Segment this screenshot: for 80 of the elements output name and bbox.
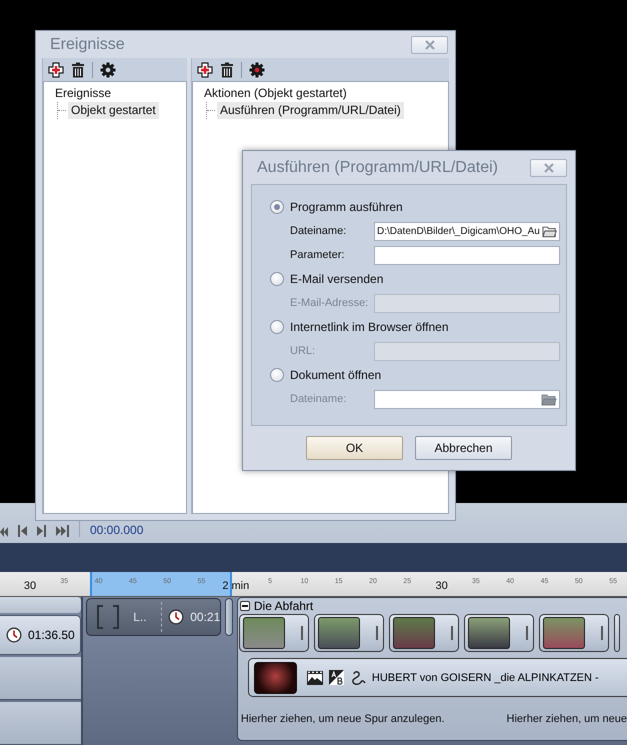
input-field[interactable] [374,342,560,360]
track-row[interactable] [0,702,82,745]
clip-handle[interactable] [300,626,303,640]
photo-placeholder [392,617,435,649]
field-label: Dateiname: [290,225,348,237]
radio-button[interactable] [270,200,284,214]
field-label: Dateiname: [290,393,348,405]
cancel-button[interactable]: Abbrechen [415,436,512,460]
ruler-label: 30 [24,580,36,592]
film-icon [306,670,323,684]
squiggle-icon [350,670,366,686]
clip-duration: 01:36.50 [28,628,75,642]
skip-to-end-icon[interactable] [56,525,69,537]
photo-placeholder [242,617,285,649]
time-display: 00:00.000 [90,523,144,537]
field-label: Parameter: [290,249,346,261]
clip-handle[interactable] [450,626,453,640]
radio-button[interactable] [270,368,284,382]
previous-frame-icon[interactable] [18,525,27,537]
gear-icon[interactable] [249,62,265,78]
ok-button[interactable]: OK [306,436,403,460]
photo-clip[interactable] [238,614,309,652]
track-row[interactable] [0,657,82,700]
photo-placeholder [468,617,510,649]
close-icon [542,162,554,172]
option-label[interactable]: Internetlink im Browser öffnen [290,320,449,334]
tree-item[interactable]: Ereignisse [52,85,114,102]
clip-handle[interactable] [526,626,528,640]
radio-button[interactable] [270,320,284,334]
input-field[interactable] [374,246,560,264]
tree-item[interactable]: Objekt gestartet [68,102,159,119]
folder-icon[interactable] [542,224,557,238]
ruler-label: 30 [435,580,448,592]
option-label[interactable]: Dokument öffnen [290,368,382,382]
window-title: Ereignisse [50,36,125,54]
audio-clip[interactable]: HUBERT von GOISERN _die ALPINKATZEN - [248,658,627,697]
clock-icon [168,609,184,625]
video-thumbnail [254,662,297,694]
next-frame-icon[interactable] [37,525,46,537]
audio-title: HUBERT von GOISERN _die ALPINKATZEN - [372,672,599,684]
group-title: Die Abfahrt [254,599,314,613]
input-field[interactable] [374,390,560,408]
add-icon[interactable] [197,62,213,78]
clip-handle[interactable] [376,626,378,640]
transition-icon [328,670,344,685]
photo-clip[interactable] [314,614,384,652]
clip-handle[interactable] [600,626,603,640]
clock-icon [6,627,22,643]
ruler-label: 2 min [222,580,250,592]
field-label: E-Mail-Adresse: [290,297,370,309]
drop-hint: Hierher ziehen, um neue Spur anzulegen. [240,712,445,724]
clip[interactable]: L.. 00:21 [86,598,222,636]
photo-clip[interactable] [464,614,534,652]
trash-icon[interactable] [220,62,234,78]
trash-icon[interactable] [71,62,85,78]
input-field[interactable] [374,294,560,312]
radio-button[interactable] [270,272,284,286]
clip-label: L.. [133,610,148,624]
add-icon[interactable] [48,62,64,78]
option-label[interactable]: E-Mail versenden [290,272,384,286]
rewind-icon[interactable] [0,527,8,537]
clip[interactable]: 01:36.50 [0,615,82,655]
tree-item[interactable]: Ausführen (Programm/URL/Datei) [217,102,404,119]
option-label[interactable]: Programm ausführen [290,200,403,214]
field-label: URL: [290,345,316,357]
bracket-icon [97,605,120,629]
drop-hint: Hierher ziehen, um neue [506,712,627,724]
dialog-title: Ausführen (Programm/URL/Datei) [257,158,498,176]
clip-duration: 00:21 [190,610,220,624]
input-field[interactable]: D:\DatenD\Bilder\_Digicam\OHO_Au [374,222,560,240]
scroll-handle[interactable] [225,598,233,636]
track-header[interactable] [0,597,82,613]
close-icon [424,40,436,50]
photo-clip[interactable] [538,614,609,652]
tree-item[interactable]: Aktionen (Objekt gestartet) [201,85,350,102]
photo-clip[interactable] [388,614,459,652]
photo-placeholder [318,617,360,649]
gear-icon[interactable] [100,62,116,78]
collapse-icon[interactable] [240,601,250,611]
photo-placeholder [542,617,585,649]
